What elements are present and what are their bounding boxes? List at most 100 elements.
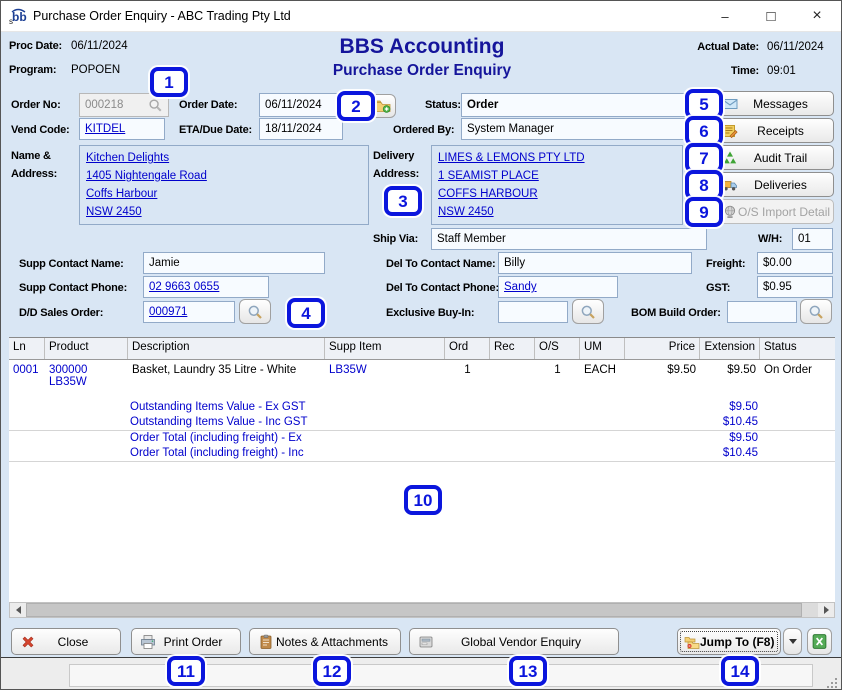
exclusive-buy-in-field[interactable] <box>498 301 568 323</box>
print-order-button[interactable]: Print Order <box>131 628 241 655</box>
order-date-field[interactable]: 06/11/2024 <box>259 93 343 117</box>
global-vendor-enquiry-button[interactable]: Global Vendor Enquiry <box>409 628 619 655</box>
supp-contact-phone-link[interactable]: 02 9663 0655 <box>149 281 219 293</box>
notes-attachments-button[interactable]: Notes & Attachments <box>249 628 401 655</box>
ship-via-field[interactable]: Staff Member <box>431 228 707 250</box>
bom-build-order-field[interactable] <box>727 301 797 323</box>
search-icon <box>247 304 263 320</box>
callout-6: 6 <box>685 116 723 146</box>
jump-to-button[interactable]: Jump To (F8) <box>677 628 781 655</box>
app-title: BBS Accounting <box>252 35 592 59</box>
delivery-name-link[interactable]: LIMES & LEMONS PTY LTD <box>438 149 676 167</box>
summary-row: $9.50 Order Total (including freight) - … <box>9 430 835 446</box>
close-button[interactable]: Close <box>11 628 121 655</box>
col-header-um[interactable]: UM <box>580 338 625 359</box>
del-contact-name-value: Billy <box>504 257 525 269</box>
close-window-button[interactable]: × <box>794 1 840 31</box>
delivery-state-link[interactable]: NSW 2450 <box>438 203 676 221</box>
status-field[interactable]: Order <box>461 93 691 117</box>
col-header-price[interactable]: Price <box>625 338 700 359</box>
supplier-state-link[interactable]: NSW 2450 <box>86 203 362 221</box>
deliveries-button[interactable]: Deliveries <box>713 172 834 197</box>
ordered-by-field[interactable]: System Manager <box>461 118 691 140</box>
svg-text:bb: bb <box>12 10 27 24</box>
warehouse-field[interactable]: 01 <box>792 228 833 250</box>
col-header-rec[interactable]: Rec <box>490 338 535 359</box>
messages-button-label: Messages <box>738 97 833 111</box>
scroll-left-icon <box>16 606 21 614</box>
gst-field[interactable]: $0.95 <box>757 276 833 298</box>
delivery-city-link[interactable]: COFFS HARBOUR <box>438 185 676 203</box>
callout-8: 8 <box>685 170 723 200</box>
resize-grip[interactable] <box>826 677 838 689</box>
summary-value: $9.50 <box>9 401 758 413</box>
delivery-address-label-2: Address: <box>373 168 419 180</box>
vend-code-field[interactable]: KITDEL <box>79 118 165 140</box>
col-header-product[interactable]: Product <box>45 338 128 359</box>
minimize-button[interactable]: – <box>702 1 748 31</box>
scrollbar-thumb[interactable] <box>26 603 802 617</box>
export-excel-button[interactable] <box>807 628 832 655</box>
name-address-label-2: Address: <box>11 168 57 180</box>
name-address-label-1: Name & <box>11 150 51 162</box>
supplier-street-link[interactable]: 1405 Nightengale Road <box>86 167 362 185</box>
col-header-supp-item[interactable]: Supp Item <box>325 338 445 359</box>
search-icon <box>808 304 824 320</box>
exclusive-buy-in-search-button[interactable] <box>572 299 604 324</box>
del-contact-name-field[interactable]: Billy <box>498 252 692 274</box>
callout-11: 11 <box>167 656 205 686</box>
cell-product-code-2: LB35W <box>49 376 128 388</box>
del-contact-phone-link[interactable]: Sandy <box>504 281 537 293</box>
scroll-left-button[interactable] <box>10 603 26 617</box>
eta-due-date-label: ETA/Due Date: <box>179 124 252 136</box>
spreadsheet-icon <box>811 633 828 650</box>
jump-to-button-label: Jump To (F8) <box>700 635 780 649</box>
col-header-status[interactable]: Status <box>760 338 835 359</box>
folder-add-icon <box>375 98 391 114</box>
supp-contact-phone-field[interactable]: 02 9663 0655 <box>143 276 269 298</box>
horizontal-scrollbar[interactable] <box>9 602 835 618</box>
summary-row: $10.45 Outstanding Items Value - Inc GST <box>9 415 835 430</box>
col-header-ord[interactable]: Ord <box>445 338 490 359</box>
vend-code-link[interactable]: KITDEL <box>85 123 125 135</box>
jump-to-dropdown-button[interactable] <box>783 628 802 655</box>
col-header-extension[interactable]: Extension <box>700 338 760 359</box>
delivery-street-link[interactable]: 1 SEAMIST PLACE <box>438 167 676 185</box>
delivery-address-label-1: Delivery <box>373 150 414 162</box>
summary-row: $10.45 Order Total (including freight) -… <box>9 446 835 461</box>
del-contact-phone-field[interactable]: Sandy <box>498 276 618 298</box>
svg-text:s: s <box>9 17 13 26</box>
messages-button[interactable]: Messages <box>713 91 834 116</box>
summary-label: Outstanding Items Value - Inc GST <box>130 416 307 428</box>
order-no-label: Order No: <box>11 99 61 111</box>
eta-due-date-field[interactable]: 18/11/2024 <box>259 118 343 140</box>
audit-trail-button[interactable]: Audit Trail <box>713 145 834 170</box>
print-order-button-label: Print Order <box>156 635 240 649</box>
envelope-icon <box>722 96 738 112</box>
receipts-button[interactable]: Receipts <box>713 118 834 143</box>
time-value: 09:01 <box>767 65 796 77</box>
order-date-value: 06/11/2024 <box>265 99 322 111</box>
supp-contact-name-field[interactable]: Jamie <box>143 252 325 274</box>
dd-sales-order-link[interactable]: 000971 <box>149 306 187 318</box>
dd-sales-order-label: D/D Sales Order: <box>19 307 103 319</box>
os-import-detail-button[interactable]: O/S Import Detail <box>713 199 834 224</box>
del-contact-phone-label: Del To Contact Phone: <box>386 282 499 294</box>
col-header-ln[interactable]: Ln <box>9 338 45 359</box>
col-header-os[interactable]: O/S <box>535 338 580 359</box>
vendor-icon <box>418 634 434 650</box>
bom-build-order-search-button[interactable] <box>800 299 832 324</box>
freight-field[interactable]: $0.00 <box>757 252 833 274</box>
col-header-description[interactable]: Description <box>128 338 325 359</box>
supplier-city-link[interactable]: Coffs Harbour <box>86 185 362 203</box>
dd-sales-order-field[interactable]: 000971 <box>143 301 235 323</box>
cell-supp-item: LB35W <box>325 364 445 396</box>
vend-code-label: Vend Code: <box>11 124 70 136</box>
maximize-button[interactable]: □ <box>748 1 794 31</box>
table-row[interactable]: 0001 300000 LB35W Basket, Laundry 35 Lit… <box>9 360 835 396</box>
supp-contact-name-label: Supp Contact Name: <box>19 258 124 270</box>
supplier-name-link[interactable]: Kitchen Delights <box>86 149 362 167</box>
scroll-right-button[interactable] <box>818 603 834 617</box>
ordered-by-value: System Manager <box>467 123 554 135</box>
dd-sales-order-search-button[interactable] <box>239 299 271 324</box>
